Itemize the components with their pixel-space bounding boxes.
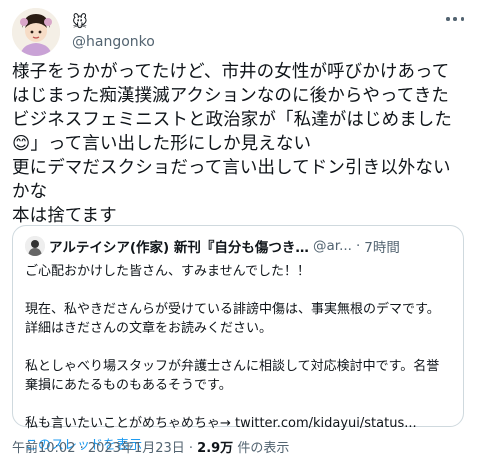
quoted-avatar: [25, 236, 45, 256]
mouse-emoji-icon: 🐭: [72, 13, 88, 31]
quoted-tweet-header: アルテイシア(作家) 新刊『自分も傷つきたくないけど、他人... @ar... …: [25, 236, 451, 256]
more-dot: [453, 17, 457, 21]
quoted-separator: ·: [355, 238, 361, 254]
tweet-timestamp[interactable]: 午前10:02 · 2023年1月23日 ·: [12, 441, 197, 456]
tweet-meta: 午前10:02 · 2023年1月23日 · 2.9万 件の表示: [12, 440, 289, 458]
views-label: 件の表示: [233, 441, 290, 456]
author-name[interactable]: 🐭: [72, 12, 88, 32]
tweet-header: 🐭 @hangonko: [12, 8, 466, 56]
views-count: 2.9万: [197, 441, 234, 456]
avatar[interactable]: [12, 8, 60, 56]
quoted-handle: @ar...: [313, 238, 352, 254]
quoted-tweet-text: ご心配おかけした皆さん、すみませんでした！！ 現在、私やきださんらが受けている誹…: [25, 264, 440, 431]
more-icon[interactable]: [444, 10, 466, 28]
more-dot: [460, 17, 464, 21]
quoted-time: 7時間: [364, 240, 400, 256]
more-dot: [446, 17, 450, 21]
quoted-display-name: アルテイシア(作家) 新刊『自分も傷つきたくないけど、他人...: [49, 240, 309, 256]
author-handle[interactable]: @hangonko: [72, 33, 155, 51]
tweet-text: 様子をうかがってたけど、市井の女性が呼びかけあってはじまった痴漢撲滅アクションな…: [12, 62, 452, 226]
quoted-tweet[interactable]: アルテイシア(作家) 新刊『自分も傷つきたくないけど、他人... @ar... …: [12, 225, 464, 453]
